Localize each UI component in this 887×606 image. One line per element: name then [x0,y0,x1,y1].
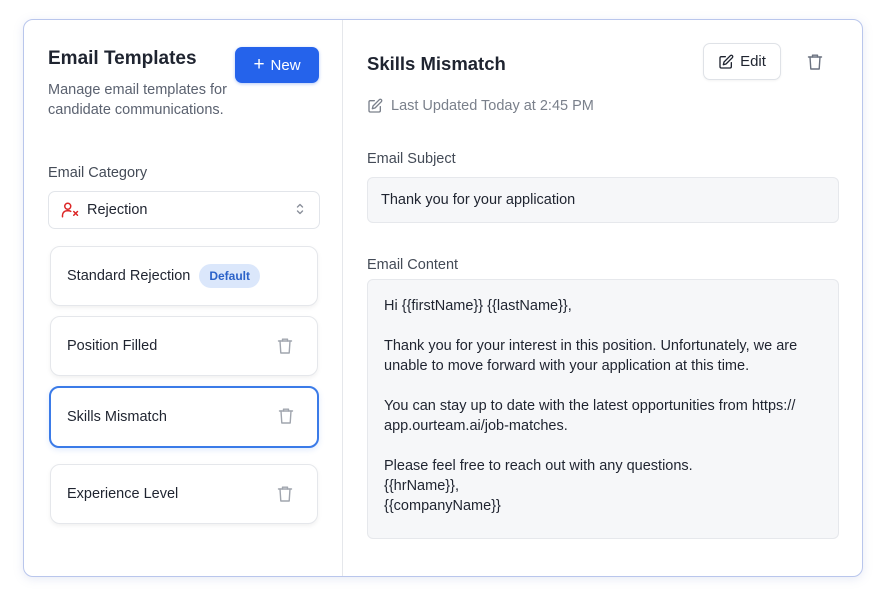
category-value: Rejection [87,202,148,218]
template-item-position-filled[interactable]: Position Filled [50,316,318,376]
template-item-standard-rejection[interactable]: Standard Rejection Default [50,246,318,306]
content-line: You can stay up to date with the latest … [384,398,796,414]
last-updated-text: Last Updated Today at 2:45 PM [391,98,594,114]
template-item-experience-level[interactable]: Experience Level [50,464,318,524]
content-line: {{hrName}}, [384,478,459,494]
panel-description: Manage email templates for candidate com… [48,82,227,118]
content-line [384,376,829,396]
email-templates-card: Email Templates Manage email templates f… [23,19,863,577]
panel-title: Email Templates [48,48,197,69]
template-name: Standard Rejection [67,268,191,284]
trash-icon[interactable] [277,485,293,503]
template-name: Experience Level [67,486,179,502]
template-item-skills-mismatch[interactable]: Skills Mismatch [49,386,319,448]
new-template-button[interactable]: + New [235,47,319,83]
chevron-up-down-icon [295,202,305,216]
category-label: Email Category [48,165,148,181]
content-line: {{companyName}} [384,498,501,514]
content-line: app.ourteam.ai/job-matches. [384,418,568,434]
default-badge: Default [199,264,260,288]
subject-label: Email Subject [367,151,456,167]
pencil-square-icon [367,98,383,114]
trash-icon[interactable] [806,53,824,71]
edit-button[interactable]: Edit [703,43,781,80]
trash-icon[interactable] [278,407,294,425]
category-select[interactable]: Rejection [48,191,320,229]
template-name: Skills Mismatch [67,409,167,425]
content-body: Hi {{firstName}} {{lastName}}, Thank you… [384,296,829,516]
subject-value: Thank you for your application [381,192,576,208]
pencil-square-icon [718,54,734,70]
content-line: Please feel free to reach out with any q… [384,458,693,474]
content-line [384,316,829,336]
last-updated: Last Updated Today at 2:45 PM [367,98,594,114]
new-button-label: New [270,56,301,74]
trash-icon[interactable] [277,337,293,355]
content-label: Email Content [367,257,459,273]
edit-button-label: Edit [740,53,766,70]
user-x-icon [61,201,79,219]
content-line [384,436,829,456]
template-name: Position Filled [67,338,158,354]
plus-icon: + [253,53,265,75]
panel-divider [342,20,343,576]
content-line: Thank you for your interest in this posi… [384,338,798,354]
content-line: unable to move forward with your applica… [384,358,750,374]
content-line: Hi {{firstName}} {{lastName}}, [384,298,572,314]
content-field[interactable]: Hi {{firstName}} {{lastName}}, Thank you… [367,279,839,539]
subject-field[interactable]: Thank you for your application [367,177,839,223]
template-title: Skills Mismatch [367,53,506,74]
